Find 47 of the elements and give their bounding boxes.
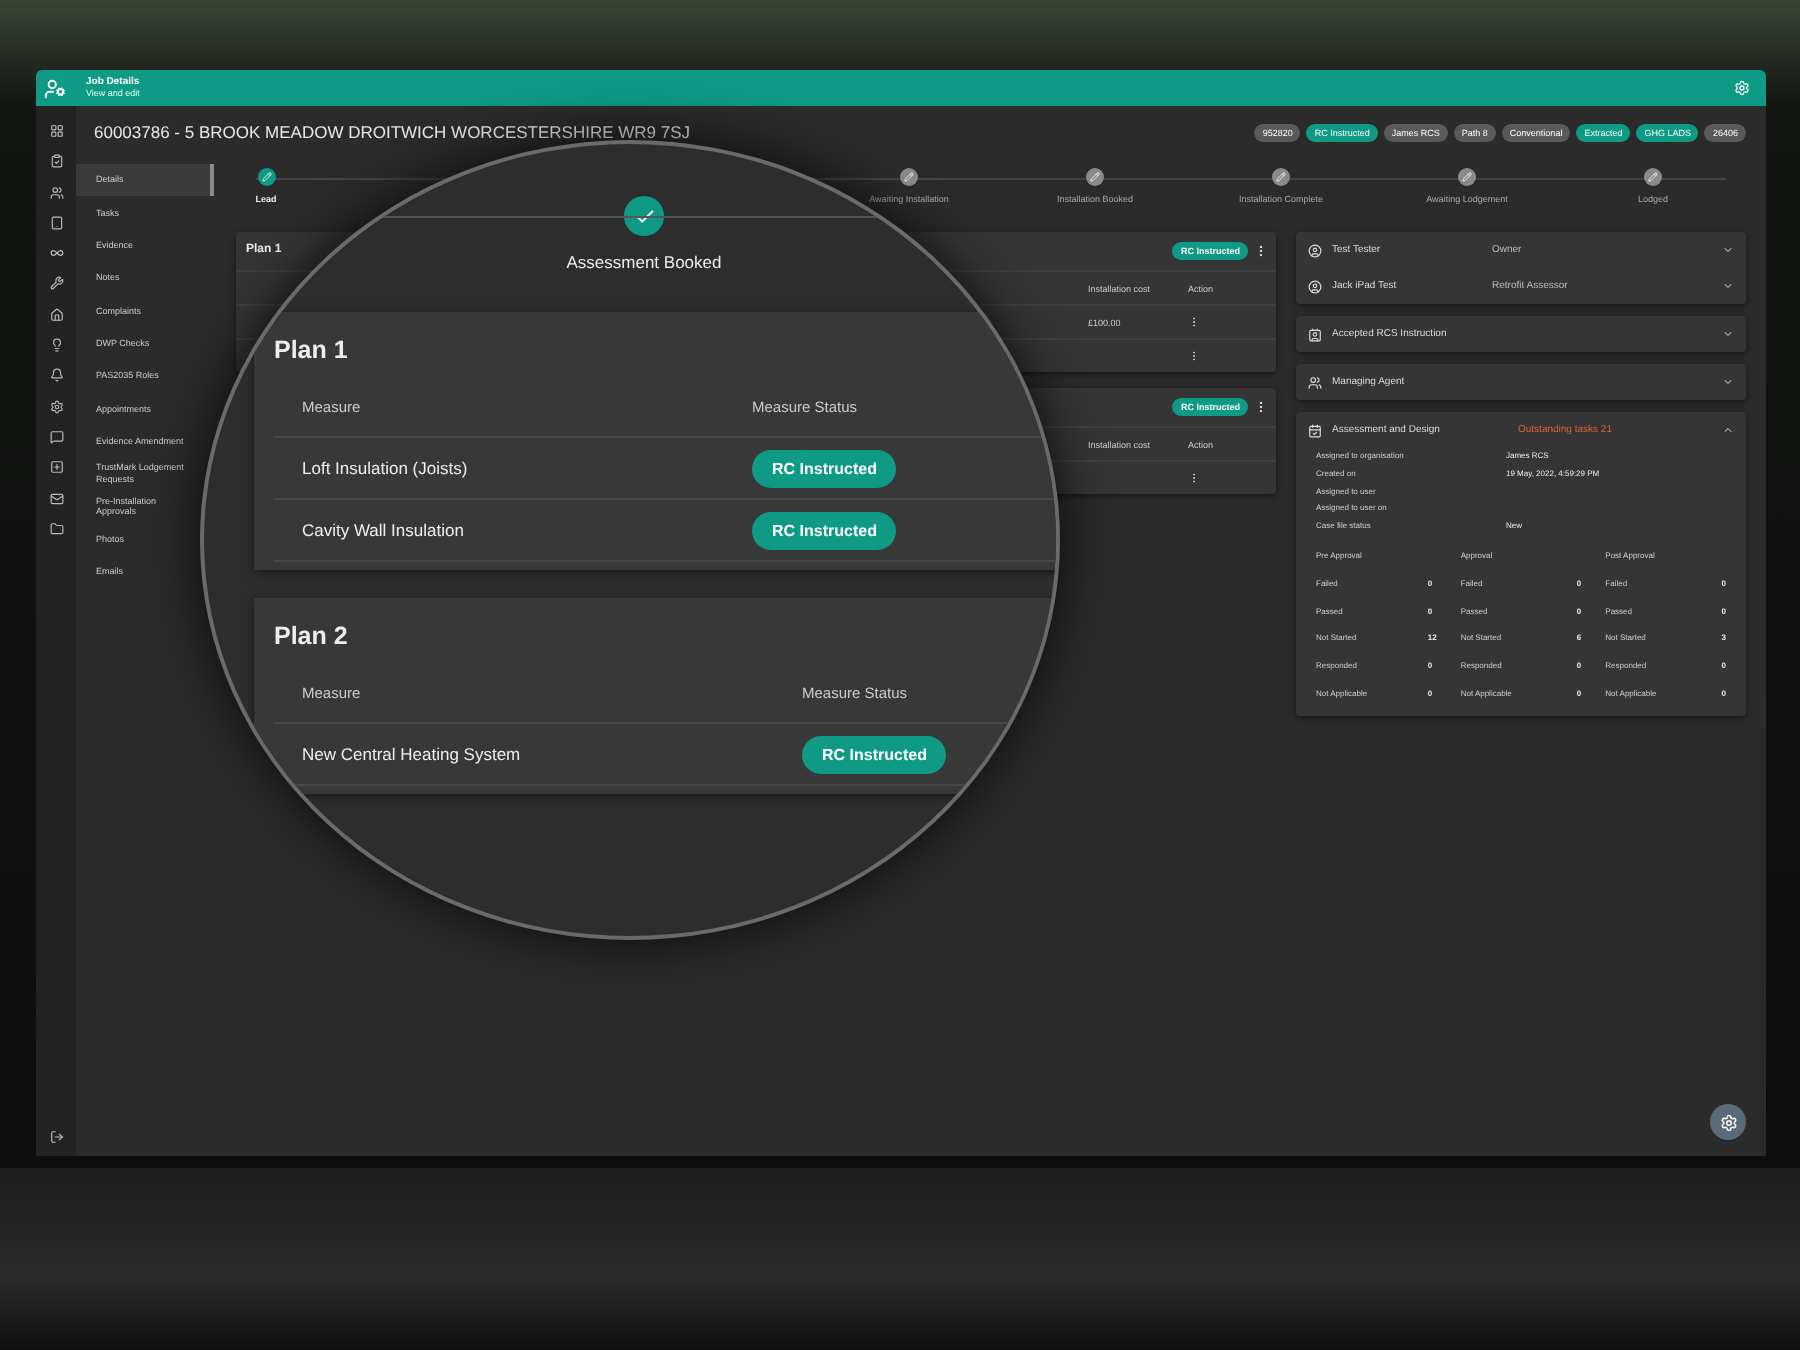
- settings-icon[interactable]: [49, 399, 63, 414]
- pencil-icon: [261, 172, 271, 182]
- check-icon: [633, 205, 655, 227]
- measure-cell-text: New Central Heating System: [302, 744, 523, 765]
- chevron-icon[interactable]: [1722, 424, 1734, 436]
- job-address: 60003786 - 5 BROOK MEADOW DROITWICH WORCESTERSHIRE WR9 7SJ: [94, 122, 691, 144]
- more-icon[interactable]: [1254, 244, 1268, 258]
- infinity-icon[interactable]: [49, 246, 63, 261]
- chevron-down-icon[interactable]: [1722, 244, 1734, 256]
- more-icon[interactable]: [1254, 400, 1268, 414]
- user-settings-icon: [44, 77, 66, 99]
- step-label: Assessment Booked: [566, 252, 722, 273]
- measure-cell-text: Loft Insulation (Joists): [302, 458, 470, 479]
- pencil-icon: [1648, 172, 1658, 182]
- person-icon: [1308, 279, 1322, 293]
- pencil-icon: [1276, 172, 1286, 182]
- plus-icon[interactable]: [49, 460, 63, 475]
- status-badge: RC Instructed: [752, 511, 897, 550]
- people-icon[interactable]: [49, 185, 63, 200]
- id-card-icon: [1308, 327, 1322, 341]
- status-badge: RC Instructed: [752, 449, 897, 488]
- settings-button[interactable]: [1710, 1104, 1746, 1140]
- home-icon[interactable]: [49, 307, 63, 322]
- status-badge: RC Instructed: [802, 735, 947, 774]
- mail-icon[interactable]: [49, 491, 63, 506]
- plan-title: Plan 2: [274, 622, 348, 651]
- wrench-icon[interactable]: [49, 276, 63, 291]
- clipboard-icon[interactable]: [49, 154, 63, 169]
- people-icon: [1308, 375, 1322, 389]
- chevron-icon[interactable]: [1722, 328, 1734, 340]
- measure-cell-text: Cavity Wall Insulation: [302, 520, 466, 541]
- plan-title: Plan 1: [274, 336, 348, 365]
- folder-icon[interactable]: [49, 521, 63, 536]
- gear-icon: [1719, 1113, 1737, 1131]
- chevron-down-icon[interactable]: [1722, 280, 1734, 292]
- calendar-icon: [1308, 423, 1322, 437]
- exit-icon[interactable]: [49, 1130, 63, 1144]
- person-icon: [1308, 243, 1322, 257]
- chevron-icon[interactable]: [1722, 376, 1734, 388]
- tablet-icon[interactable]: [49, 215, 63, 230]
- pencil-icon: [1462, 172, 1472, 182]
- pencil-icon: [904, 172, 914, 182]
- chat-icon[interactable]: [49, 429, 63, 444]
- pencil-icon: [1090, 172, 1100, 182]
- grid-icon[interactable]: [49, 124, 63, 138]
- lightbulb-icon[interactable]: [49, 338, 63, 353]
- bell-icon[interactable]: [49, 368, 63, 383]
